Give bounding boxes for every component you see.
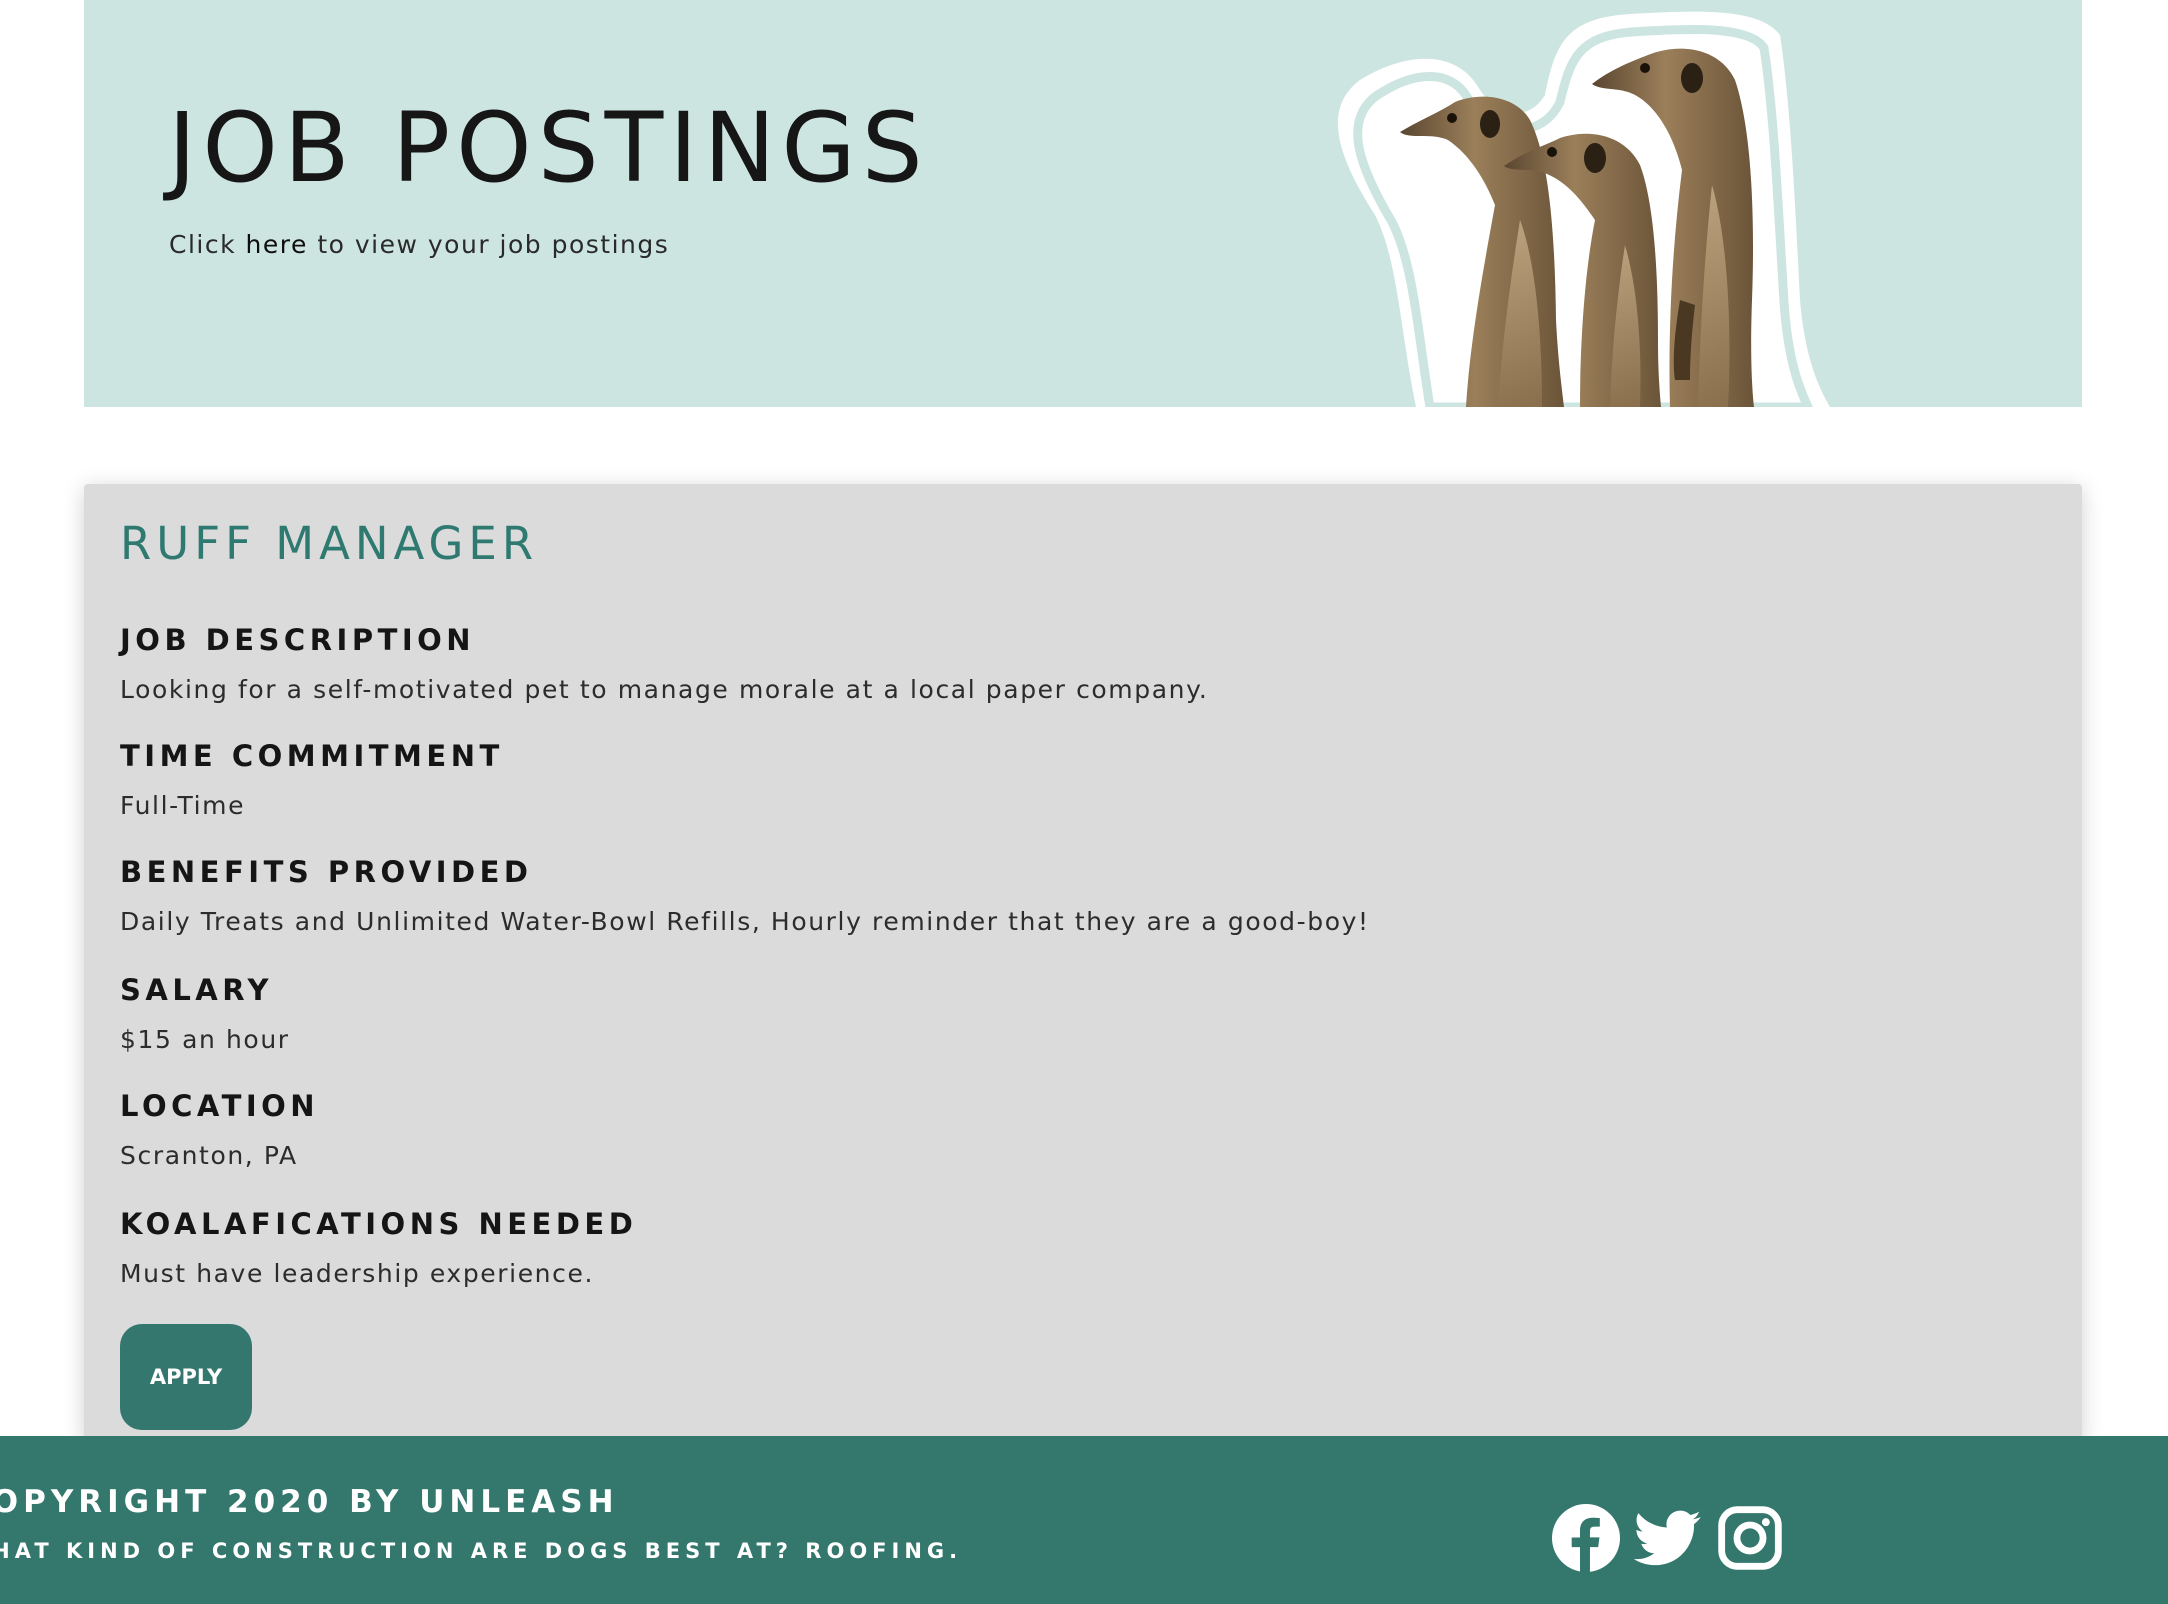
page-title: JOB POSTINGS — [168, 92, 929, 204]
section-heading: TIME COMMITMENT — [120, 739, 504, 773]
meerkats-illustration — [1337, 11, 1830, 407]
benefits-section: BENEFITS PROVIDED Daily Treats and Unlim… — [120, 852, 2020, 939]
facebook-icon[interactable] — [1552, 1504, 1620, 1572]
section-text: Full-Time — [120, 791, 246, 820]
job-description-section: JOB DESCRIPTION Looking for a self-motiv… — [120, 620, 2020, 707]
section-heading: JOB DESCRIPTION — [120, 623, 476, 657]
twitter-icon[interactable] — [1634, 1504, 1702, 1572]
section-text: Must have leadership experience. — [120, 1259, 594, 1288]
section-text: $15 an hour — [120, 1025, 290, 1054]
instagram-icon[interactable] — [1716, 1504, 1784, 1572]
qualifications-section: KOALAFICATIONS NEEDED Must have leadersh… — [120, 1204, 2020, 1291]
salary-section: SALARY $15 an hour — [120, 970, 2020, 1057]
hero-subtitle-suffix: to view your job postings — [307, 230, 670, 259]
hero-subtitle: Click here to view your job postings — [169, 228, 669, 262]
section-heading: KOALAFICATIONS NEEDED — [120, 1207, 638, 1241]
section-heading: LOCATION — [120, 1089, 320, 1123]
location-section: LOCATION Scranton, PA — [120, 1086, 2020, 1173]
hero-banner: JOB POSTINGS Click here to view your job… — [84, 0, 2082, 407]
page: JOB POSTINGS Click here to view your job… — [0, 0, 2168, 1604]
hero-subtitle-prefix: Click — [169, 230, 246, 259]
job-card: RUFF MANAGER JOB DESCRIPTION Looking for… — [84, 484, 2082, 1444]
job-title: RUFF MANAGER — [120, 517, 539, 570]
view-postings-link[interactable]: here — [246, 230, 308, 259]
footer-joke: WHAT KIND OF CONSTRUCTION ARE DOGS BEST … — [0, 1539, 963, 1563]
section-heading: SALARY — [120, 973, 273, 1007]
footer: COPYRIGHT 2020 BY UNLEASH WHAT KIND OF C… — [0, 1436, 2168, 1604]
section-text: Looking for a self-motivated pet to mana… — [120, 675, 1209, 704]
copyright-text: COPYRIGHT 2020 BY UNLEASH — [0, 1484, 619, 1520]
section-heading: BENEFITS PROVIDED — [120, 855, 533, 889]
section-text: Daily Treats and Unlimited Water-Bowl Re… — [120, 907, 1370, 936]
apply-button[interactable]: APPLY — [120, 1324, 252, 1430]
time-commitment-section: TIME COMMITMENT Full-Time — [120, 736, 2020, 823]
section-text: Scranton, PA — [120, 1141, 298, 1170]
